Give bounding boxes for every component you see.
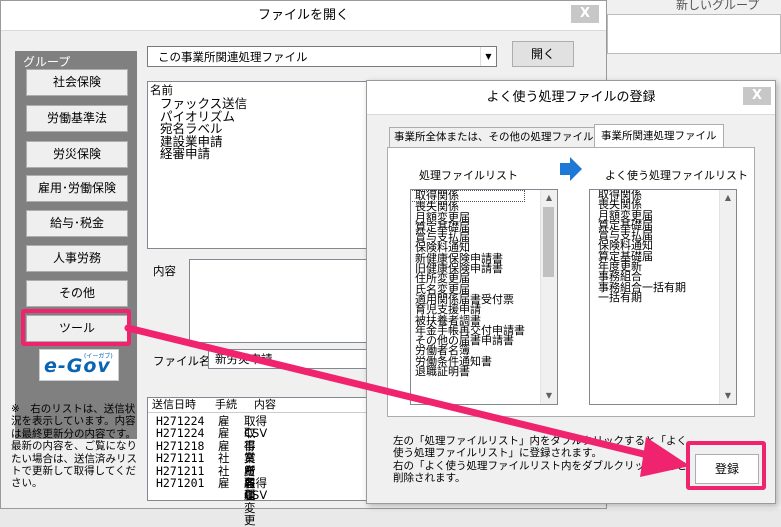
list-item[interactable]: 退職証明書: [411, 366, 525, 377]
group-panel-label: グループ: [23, 55, 71, 69]
group-button-rousai[interactable]: 労災保険: [26, 141, 128, 168]
list-item[interactable]: 一括有期: [594, 292, 686, 303]
processing-file-list[interactable]: 取得関係 喪失関係 月額変更届 算定基礎届 賞与支払届 保険料通知 新健康保険申…: [410, 189, 558, 405]
register-button-highlight: [686, 441, 766, 490]
favorite-files-title: よく使う処理ファイルの登録: [367, 81, 775, 115]
processing-file-list-label: 処理ファイルリスト: [419, 169, 518, 182]
egov-logo[interactable]: (イーガブ) e-Gov: [39, 349, 119, 381]
tab-office-files[interactable]: 事業所関連処理ファイル: [594, 124, 724, 148]
group-button-koyou[interactable]: 雇用･労働保険: [26, 175, 128, 202]
open-button[interactable]: 開く: [512, 41, 574, 67]
egov-logo-text: e-Gov: [44, 355, 111, 377]
column-header-procedure[interactable]: 手続: [215, 398, 237, 412]
send-list-table[interactable]: 送信日時 手続 内容 H271224 雇取得CSV H271224 雇取得 H271…: [147, 397, 369, 527]
table-header: 送信日時 手続 内容: [148, 398, 368, 413]
help-text-line2: 右の「よく使う処理ファイルリスト内をダブルクリックすると削除されます。: [393, 459, 687, 485]
favorite-file-items: 取得関係 喪失関係 月額変更届 算定基礎届 賞与支払届 保険料通知 算定基礎届 …: [594, 190, 686, 303]
column-header-datetime[interactable]: 送信日時: [152, 398, 196, 412]
content-area: [189, 259, 369, 343]
close-button[interactable]: X: [571, 5, 599, 23]
file-category-select[interactable]: この事業所関連処理ファイル ▼: [147, 46, 497, 67]
open-file-title: ファイルを開く: [1, 1, 606, 31]
tool-button-highlight: [21, 309, 131, 346]
filename-field[interactable]: 新労災申請: [208, 349, 369, 369]
group-button-kyuyo[interactable]: 給与･税金: [26, 210, 128, 237]
file-category-value: この事業所関連処理ファイル: [158, 50, 308, 64]
list-item[interactable]: 経審申請: [160, 148, 247, 161]
close-icon: X: [751, 88, 763, 103]
scroll-down-icon[interactable]: ▼: [720, 388, 736, 404]
scroll-down-icon[interactable]: ▼: [541, 388, 557, 404]
arrow-right-icon: [560, 157, 582, 181]
table-body: H271224 雇取得CSV H271224 雇取得 H271218 雇事業所各種変更…: [156, 415, 267, 527]
column-header-content[interactable]: 内容: [254, 398, 276, 412]
background-window-title: 新しいグループ: [676, 0, 760, 12]
send-status-note: ※ 右のリストは、送信状況を表示しています。内容は最終更新分の内容です。最新の内…: [11, 403, 137, 490]
filename-value: 新労災申請: [215, 352, 273, 366]
tab-all-files[interactable]: 事業所全体または、その他の処理ファイル: [389, 127, 599, 147]
file-list-items: ファックス送信 パイオリズム 宛名ラベル 建設業申請 経審申請: [160, 97, 247, 161]
help-text: 左の「処理ファイルリスト」内をダブルクリックすると「よく使う処理ファイルリスト」…: [393, 435, 693, 485]
group-button-jinji[interactable]: 人事労務: [26, 245, 128, 272]
group-button-shakai-hoken[interactable]: 社会保険: [26, 69, 128, 96]
file-list[interactable]: 名前 ファックス送信 パイオリズム 宛名ラベル 建設業申請 経審申請: [147, 81, 369, 249]
scroll-up-icon[interactable]: ▲: [541, 190, 557, 206]
processing-file-items: 取得関係 喪失関係 月額変更届 算定基礎届 賞与支払届 保険料通知 新健康保険申…: [411, 190, 525, 377]
scrollbar[interactable]: ▲ ▼: [719, 190, 736, 404]
close-icon: X: [579, 6, 591, 21]
favorite-file-list[interactable]: 取得関係 喪失関係 月額変更届 算定基礎届 賞与支払届 保険料通知 算定基礎届 …: [589, 189, 737, 405]
content-label: 内容: [153, 264, 176, 278]
group-button-sonota[interactable]: その他: [26, 280, 128, 307]
chevron-down-icon[interactable]: ▼: [480, 47, 496, 66]
filename-label: ファイル名: [153, 354, 211, 368]
scroll-thumb[interactable]: [543, 207, 554, 277]
help-text-line1: 左の「処理ファイルリスト」内をダブルクリックすると「よく使う処理ファイルリスト」…: [393, 435, 687, 460]
scroll-up-icon[interactable]: ▲: [720, 190, 736, 206]
close-button[interactable]: X: [743, 87, 771, 105]
scrollbar[interactable]: ▲ ▼: [540, 190, 557, 404]
group-button-roudou-kijun[interactable]: 労働基準法: [26, 105, 128, 132]
favorite-file-list-label: よく使う処理ファイルリスト: [605, 169, 748, 182]
table-row[interactable]: H271201 雇取得CSV: [156, 477, 267, 502]
background-panel: [607, 14, 781, 54]
